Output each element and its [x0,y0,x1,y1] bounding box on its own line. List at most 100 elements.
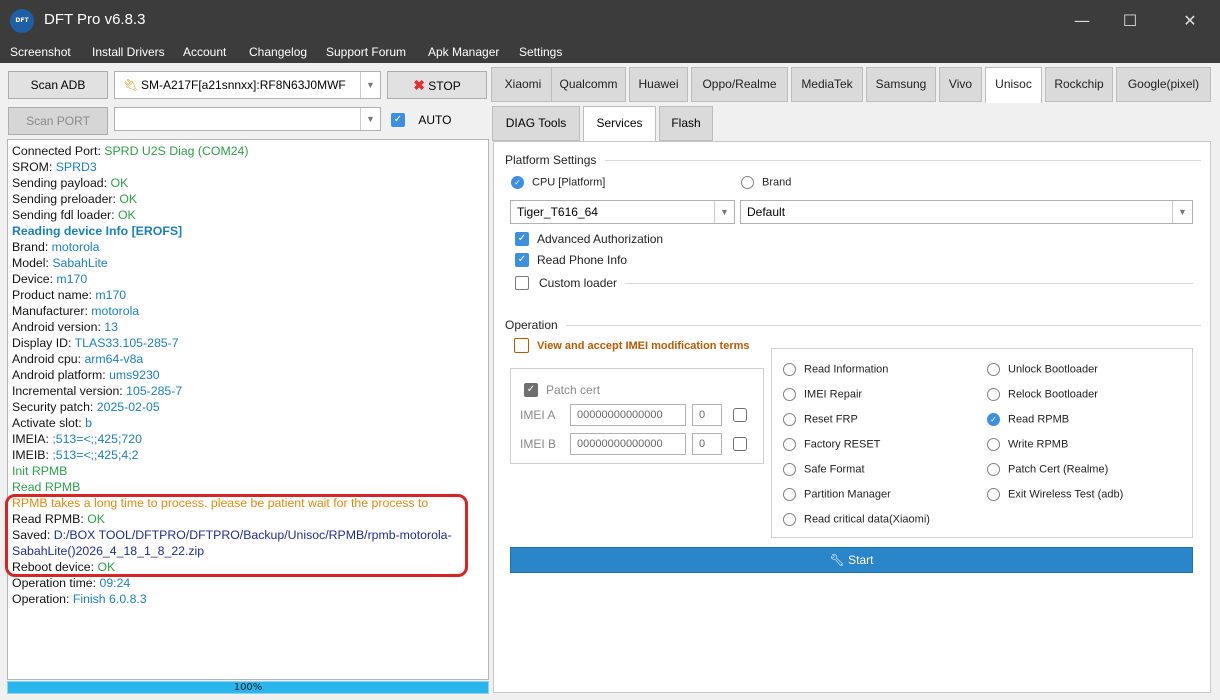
imei-a-input[interactable]: 00000000000000 [570,404,686,426]
auto-checkbox[interactable]: ✓ AUTO [391,112,451,127]
device-select-value: SM-A217F[a21snnxx]:RF8N63J0MWF [141,78,346,92]
log-value: ums9230 [109,368,160,382]
tab-mediatek[interactable]: MediaTek [791,67,863,102]
advanced-auth-label: Advanced Authorization [537,231,664,246]
menu-bar: Screenshot Install Drivers Account Chang… [0,42,1220,63]
app-logo-icon: DFT [10,9,34,33]
scan-adb-button[interactable]: Scan ADB [8,71,108,99]
close-button[interactable]: ✕ [1170,6,1210,36]
log-line: Android version: 13 [12,319,488,335]
imei-b-checkbox[interactable] [733,437,747,451]
radio-label: IMEI Repair [804,388,863,401]
tab-qualcomm[interactable]: Qualcomm [551,67,626,102]
log-value: OK [110,176,129,190]
log-label: Brand: [12,240,52,254]
radio-partition-manager[interactable]: Partition Manager [783,488,891,501]
log-value: 13 [104,320,118,334]
radio-safe-format[interactable]: Safe Format [783,463,865,476]
imei-terms-checkbox[interactable]: View and accept IMEI modification terms [514,338,750,353]
radio-read-information[interactable]: Read Information [783,363,888,376]
tab-vivo[interactable]: Vivo [939,67,982,102]
platform-settings-heading: Platform Settings [505,153,597,167]
subtab-diag-tools[interactable]: DIAG Tools [492,106,580,141]
imei-b-slot-input[interactable]: 0 [692,433,722,455]
brand-radio[interactable]: Brand [741,176,791,189]
tab-xiaomi[interactable]: Xiaomi [491,67,555,102]
menu-install-drivers[interactable]: Install Drivers [92,45,165,59]
cpu-radio[interactable]: ✓ CPU [Platform] [511,176,605,189]
menu-apk-manager[interactable]: Apk Manager [428,45,499,59]
radio-icon [987,463,1000,476]
x-icon: ✖ [413,77,425,93]
subtab-services[interactable]: Services [583,106,656,142]
stop-label: STOP [428,79,461,93]
tab-oppo-realme[interactable]: Oppo/Realme [691,67,788,102]
menu-changelog[interactable]: Changelog [249,45,307,59]
log-label: Android platform: [12,368,110,382]
menu-screenshot[interactable]: Screenshot [10,45,71,59]
log-label: SROM: [12,160,56,174]
radio-label: Exit Wireless Test (adb) [1008,488,1124,501]
patch-cert-checkbox[interactable]: ✓ Patch cert [524,382,600,397]
progress-label: 100% [233,682,263,693]
radio-write-rpmb[interactable]: Write RPMB [987,438,1068,451]
log-label: Product name: [12,288,96,302]
radio-icon [783,513,796,526]
log-label: Model: [12,256,53,270]
log-value: SPRD U2S Diag (COM24) [104,144,249,158]
log-label: Manufacturer: [12,304,92,318]
radio-reset-frp[interactable]: Reset FRP [783,413,858,426]
title-bar: DFT DFT Pro v6.8.3 — ☐ ✕ [0,0,1220,42]
radio-imei-repair[interactable]: IMEI Repair [783,388,862,401]
imei-b-input[interactable]: 00000000000000 [570,433,686,455]
port-select[interactable]: ▼ [114,107,381,131]
tab-huawei[interactable]: Huawei [629,67,688,102]
stop-button[interactable]: ✖ STOP [387,71,487,99]
log-value: arm64-v8a [84,352,144,366]
tab-unisoc[interactable]: Unisoc [985,67,1042,103]
subtab-flash[interactable]: Flash [659,106,713,141]
imei-a-checkbox[interactable] [733,408,747,422]
custom-loader-checkbox[interactable]: Custom loader [515,275,617,290]
menu-support-forum[interactable]: Support Forum [326,45,406,59]
cpu-label: CPU [Platform] [532,176,606,189]
log-line: Init RPMB [12,463,488,479]
radio-exit-wireless-test-adb[interactable]: Exit Wireless Test (adb) [987,488,1123,501]
device-select[interactable]: 🔌︎ SM-A217F[a21snnxx]:RF8N63J0MWF ▼ [114,71,381,99]
log-value: Read RPMB [12,480,81,494]
tab-google-pixel[interactable]: Google(pixel) [1116,67,1211,102]
radio-label: Read critical data(Xiaomi) [804,513,930,526]
imei-a-slot-input[interactable]: 0 [692,404,722,426]
radio-patch-cert-realme[interactable]: Patch Cert (Realme) [987,463,1108,476]
cpu-select[interactable]: Tiger_T616_64 ▼ [510,200,735,224]
progress-bar: 100% [7,681,489,694]
advanced-auth-checkbox[interactable]: ✓ Advanced Authorization [515,231,663,246]
radio-read-rpmb[interactable]: ✓ Read RPMB [987,413,1069,426]
log-line: Brand: motorola [12,239,488,255]
radio-read-critical-data-xiaomi[interactable]: Read critical data(Xiaomi) [783,513,930,526]
log-label: Device: [12,272,57,286]
log-panel[interactable]: Connected Port: SPRD U2S Diag (COM24) SRO… [7,139,489,680]
radio-unlock-bootloader[interactable]: Unlock Bootloader [987,363,1098,376]
radio-label: Partition Manager [804,488,891,501]
log-line: Sending payload: OK [12,175,488,191]
maximize-button[interactable]: ☐ [1110,6,1150,36]
menu-settings[interactable]: Settings [519,45,562,59]
read-phone-info-checkbox[interactable]: ✓ Read Phone Info [515,252,627,267]
tab-samsung[interactable]: Samsung [866,67,936,102]
menu-account[interactable]: Account [183,45,226,59]
minimize-button[interactable]: — [1062,6,1102,36]
radio-factory-reset[interactable]: Factory RESET [783,438,880,451]
read-phone-info-label: Read Phone Info [537,252,628,267]
log-value: 2025-02-05 [96,400,160,414]
tab-rockchip[interactable]: Rockchip [1045,67,1113,102]
start-button[interactable]: 🔧︎ Start [510,547,1193,573]
scan-port-button[interactable]: Scan PORT [8,107,108,135]
log-line: IMEIB: ;513=<;;425;4;2 [12,447,488,463]
radio-relock-bootloader[interactable]: Relock Bootloader [987,388,1098,401]
brand-label: Brand [762,176,792,189]
log-line: Model: SabahLite [12,255,488,271]
radio-label: Patch Cert (Realme) [1008,463,1109,476]
radio-icon [987,363,1000,376]
brand-select[interactable]: Default ▼ [740,200,1193,224]
